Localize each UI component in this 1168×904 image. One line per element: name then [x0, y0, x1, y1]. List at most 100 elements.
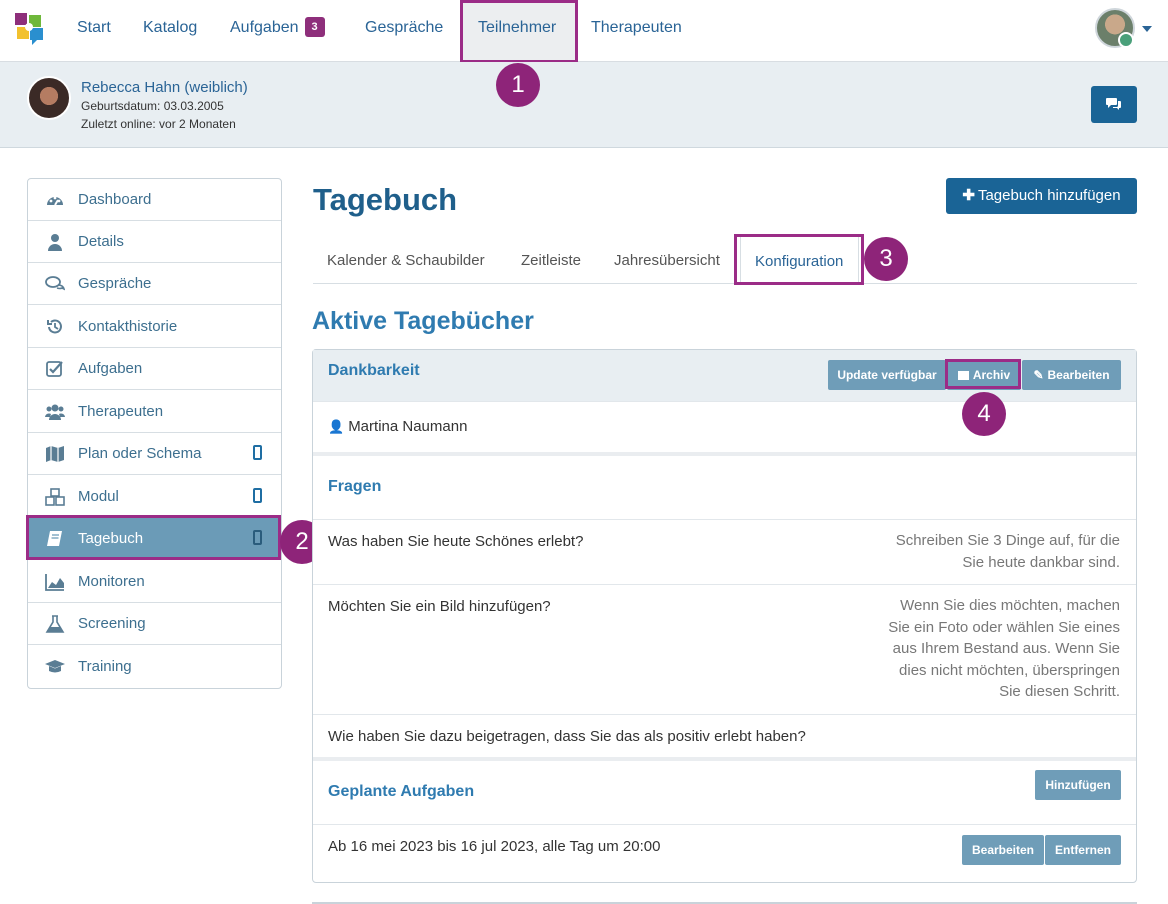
page-title: Tagebuch: [313, 182, 458, 217]
divider: [313, 584, 1136, 585]
caret-down-icon[interactable]: [1142, 26, 1152, 32]
sidebar-item-label: Aufgaben: [78, 360, 143, 377]
tab-kalender-schaubilder[interactable]: Kalender & Schaubilder: [327, 252, 485, 269]
eye-icon: [1118, 32, 1134, 48]
sidebar-item-label: Training: [78, 658, 132, 675]
question-1: Was haben Sie heute Schönes erlebt?: [328, 533, 584, 550]
remove-schedule-button[interactable]: Entfernen: [1045, 835, 1121, 865]
divider: [313, 714, 1136, 715]
nav-aufgaben[interactable]: Aufgaben 3: [230, 17, 325, 39]
user-icon: 👤: [328, 419, 345, 434]
highlight-nav-teilnehmer: [460, 0, 578, 63]
nav-katalog[interactable]: Katalog: [143, 19, 197, 37]
sidebar-item-training[interactable]: Training: [28, 646, 281, 688]
user-icon: [48, 234, 62, 251]
sidebar-item-gespraeche[interactable]: Gespräche: [28, 263, 281, 305]
patient-avatar: [27, 76, 71, 120]
update-available-button[interactable]: Update verfügbar: [828, 360, 946, 390]
question-3: Wie haben Sie dazu beigetragen, dass Sie…: [328, 728, 806, 745]
sidebar-item-plan-oder-schema[interactable]: Plan oder Schema: [28, 433, 281, 475]
patient-birthdate: Geburtsdatum: 03.03.2005: [81, 99, 224, 113]
marker-1: 1: [496, 63, 540, 107]
dashboard-icon: [47, 196, 63, 206]
sidebar-item-label: Dashboard: [78, 191, 152, 208]
sidebar-item-monitoren[interactable]: Monitoren: [28, 561, 281, 603]
cubes-icon: [45, 488, 65, 506]
section-title: Aktive Tagebücher: [312, 307, 534, 335]
history-icon: [47, 319, 62, 334]
sidebar-item-therapeuten[interactable]: Therapeuten: [28, 391, 281, 433]
diary-name: Dankbarkeit: [328, 362, 420, 379]
flask-icon: [45, 615, 65, 633]
planned-tasks-title: Geplante Aufgaben: [328, 783, 475, 800]
nav-start[interactable]: Start: [77, 19, 111, 37]
sidebar-item-label: Monitoren: [78, 573, 145, 590]
marker-4: 4: [962, 392, 1006, 436]
add-planned-task-button[interactable]: Hinzufügen: [1035, 770, 1121, 800]
patient-last-online: Zuletzt online: vor 2 Monaten: [81, 117, 236, 131]
nav-gespraeche[interactable]: Gespräche: [365, 19, 443, 37]
sidebar-item-dashboard[interactable]: Dashboard: [28, 179, 281, 221]
comments-icon: [45, 276, 65, 291]
edit-icon: ✎: [1033, 368, 1044, 382]
add-diary-button[interactable]: ✚ Tagebuch hinzufügen: [946, 178, 1137, 214]
nav-therapeuten[interactable]: Therapeuten: [591, 19, 682, 37]
mobile-icon: [253, 445, 262, 460]
app-logo[interactable]: [15, 13, 45, 45]
sidebar-item-kontakthistorie[interactable]: Kontakthistorie: [28, 306, 281, 348]
sidebar-item-details[interactable]: Details: [28, 221, 281, 263]
top-navbar: Start Katalog Aufgaben 3 Gespräche Teilne…: [0, 0, 1168, 62]
sidebar-item-label: Details: [78, 233, 124, 250]
edit-diary-button-label: Bearbeiten: [1047, 368, 1110, 382]
question-2-hint: Wenn Sie dies möchten, machen Sie ein Fo…: [888, 595, 1120, 703]
sidebar-item-label: Gespräche: [78, 275, 152, 292]
graduation-cap-icon: [45, 660, 65, 673]
question-1-hint: Schreiben Sie 3 Dinge auf, für die Sie h…: [896, 530, 1120, 573]
sidebar-item-label: Plan oder Schema: [78, 445, 202, 462]
edit-diary-button[interactable]: ✎ Bearbeiten: [1022, 360, 1121, 390]
divider: [313, 452, 1136, 456]
hint-line: Sie diesen Schritt.: [999, 683, 1120, 700]
divider: [313, 824, 1136, 825]
nav-aufgaben-label: Aufgaben: [230, 19, 299, 36]
hint-line: aus Ihrem Bestand aus. Wenn Sie: [892, 640, 1120, 657]
tab-zeitleiste[interactable]: Zeitleiste: [521, 252, 581, 269]
sidebar-nav: Dashboard Details Gespräche Kontakthisto…: [27, 178, 282, 689]
edit-schedule-button[interactable]: Bearbeiten: [962, 835, 1044, 865]
diary-panel: Dankbarkeit Update verfügbar Archiv ✎ Bea…: [312, 349, 1137, 883]
checkbox-icon: [46, 361, 63, 377]
sidebar-item-screening[interactable]: Screening: [28, 603, 281, 645]
highlight-tab-konfiguration: [734, 234, 864, 285]
patient-header: Rebecca Hahn (weiblich) Geburtsdatum: 03…: [0, 62, 1168, 148]
hint-line: Schreiben Sie 3 Dinge auf, für die: [895, 532, 1120, 549]
hint-line: Sie heute dankbar sind.: [962, 553, 1120, 571]
sidebar-item-label: Kontakthistorie: [78, 318, 178, 335]
divider: [313, 757, 1136, 761]
hint-line: Wenn Sie dies möchten, machen: [900, 597, 1120, 614]
chat-button[interactable]: [1091, 86, 1137, 123]
marker-3: 3: [864, 237, 908, 281]
comments-icon: [1106, 98, 1121, 110]
sidebar-item-label: Therapeuten: [78, 403, 164, 420]
question-2: Möchten Sie ein Bild hinzufügen?: [328, 598, 551, 615]
mobile-icon: [253, 488, 262, 503]
aufgaben-count-badge: 3: [304, 17, 325, 37]
diary-owner-name: Martina Naumann: [348, 418, 468, 435]
plus-icon: ✚: [962, 187, 975, 204]
patient-name[interactable]: Rebecca Hahn (weiblich): [81, 79, 248, 96]
tab-bar: Kalender & Schaubilder Zeitleiste Jahres…: [313, 236, 1137, 284]
sidebar-item-modul[interactable]: Modul: [28, 476, 281, 518]
highlight-sidebar-tagebuch: [26, 515, 281, 560]
hint-line: dies nicht möchten, überspringen: [899, 661, 1120, 679]
divider: [313, 401, 1136, 402]
tab-jahresuebersicht[interactable]: Jahresübersicht: [614, 252, 720, 269]
sidebar-item-label: Screening: [78, 615, 146, 632]
diary-owner: 👤 Martina Naumann: [328, 418, 467, 435]
schedule-text: Ab 16 mei 2023 bis 16 jul 2023, alle Tag…: [328, 838, 661, 855]
users-icon: [45, 404, 65, 420]
map-icon: [46, 446, 64, 462]
hint-line: Sie ein Foto oder wählen Sie eines: [888, 618, 1120, 636]
area-chart-icon: [45, 574, 64, 591]
sidebar-item-aufgaben[interactable]: Aufgaben: [28, 348, 281, 390]
divider: [313, 519, 1136, 520]
